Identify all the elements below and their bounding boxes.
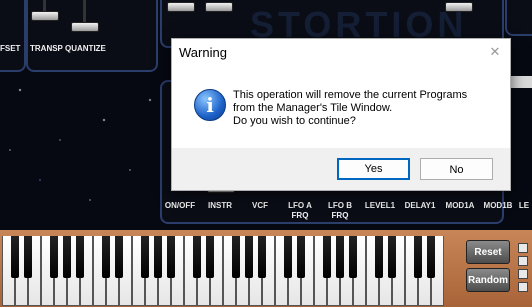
bottom-label-vcf: VCF — [252, 201, 268, 210]
dialog-title: Warning — [179, 45, 227, 60]
piano-keyboard[interactable] — [2, 236, 454, 307]
black-key[interactable] — [349, 236, 357, 278]
bottom-label-lfo-a: LFO A FRQ — [288, 201, 312, 220]
slider-track — [83, 0, 86, 24]
dialog-message-line: Do you wish to continue? — [233, 115, 356, 127]
black-key[interactable] — [232, 236, 240, 278]
bottom-label-delay1: DELAY1 — [404, 201, 436, 210]
info-icon: i — [194, 89, 226, 121]
offset-panel — [0, 0, 26, 72]
black-key[interactable] — [323, 236, 331, 278]
distortion-slider-2[interactable] — [205, 2, 233, 12]
dialog-message-line: from the Manager's Tile Window. — [233, 102, 393, 114]
black-key[interactable] — [76, 236, 84, 278]
quantize-label: QUANTIZE — [65, 44, 106, 53]
bottom-label-instr: INSTR — [208, 201, 232, 210]
black-key[interactable] — [167, 236, 175, 278]
black-key[interactable] — [258, 236, 266, 278]
no-button[interactable]: No — [420, 158, 493, 180]
offset-label: FSET — [0, 44, 21, 53]
bottom-label-mod1b: MOD1B — [483, 201, 513, 210]
black-key[interactable] — [11, 236, 19, 278]
transpose-label: TRANSP — [30, 44, 63, 53]
option-checkbox-3[interactable] — [518, 269, 528, 279]
option-checkbox-1[interactable] — [518, 243, 528, 253]
black-key[interactable] — [336, 236, 344, 278]
bottom-label-level: LE — [518, 201, 530, 210]
black-key[interactable] — [375, 236, 383, 278]
black-key[interactable] — [427, 236, 435, 278]
black-key[interactable] — [297, 236, 305, 278]
corner-panel — [505, 0, 532, 36]
black-key[interactable] — [154, 236, 162, 278]
bottom-label-onoff: ON/OFF — [164, 201, 196, 210]
distortion-slider-1[interactable] — [167, 2, 195, 12]
bottom-label-level1: LEVEL1 — [364, 201, 396, 210]
option-checkbox-4[interactable] — [518, 282, 528, 292]
black-key[interactable] — [24, 236, 32, 278]
black-key[interactable] — [102, 236, 110, 278]
black-key[interactable] — [206, 236, 214, 278]
black-key[interactable] — [63, 236, 71, 278]
dialog-message-line: This operation will remove the current P… — [233, 89, 468, 101]
bottom-label-mod1a: MOD1A — [445, 201, 475, 210]
random-button[interactable]: Random — [466, 268, 510, 292]
close-icon[interactable]: ✕ — [486, 43, 504, 61]
black-key[interactable] — [115, 236, 123, 278]
black-key[interactable] — [245, 236, 253, 278]
warning-dialog: Warning ✕ i This operation will remove t… — [171, 38, 511, 191]
yes-button[interactable]: Yes — [337, 158, 410, 180]
black-key[interactable] — [284, 236, 292, 278]
quantize-slider[interactable] — [71, 22, 99, 32]
distortion-slider-3[interactable] — [445, 2, 473, 12]
transpose-slider[interactable] — [31, 11, 59, 21]
option-checkbox-2[interactable] — [518, 256, 528, 266]
bottom-label-lfo-b: LFO B FRQ — [328, 201, 352, 220]
dialog-footer: Yes No — [172, 148, 510, 190]
black-key[interactable] — [141, 236, 149, 278]
black-key[interactable] — [50, 236, 58, 278]
black-key[interactable] — [388, 236, 396, 278]
black-key[interactable] — [193, 236, 201, 278]
black-key[interactable] — [414, 236, 422, 278]
info-icon-glyph: i — [206, 93, 214, 117]
dialog-message: This operation will remove the current P… — [233, 89, 467, 128]
reset-button[interactable]: Reset — [466, 240, 510, 264]
